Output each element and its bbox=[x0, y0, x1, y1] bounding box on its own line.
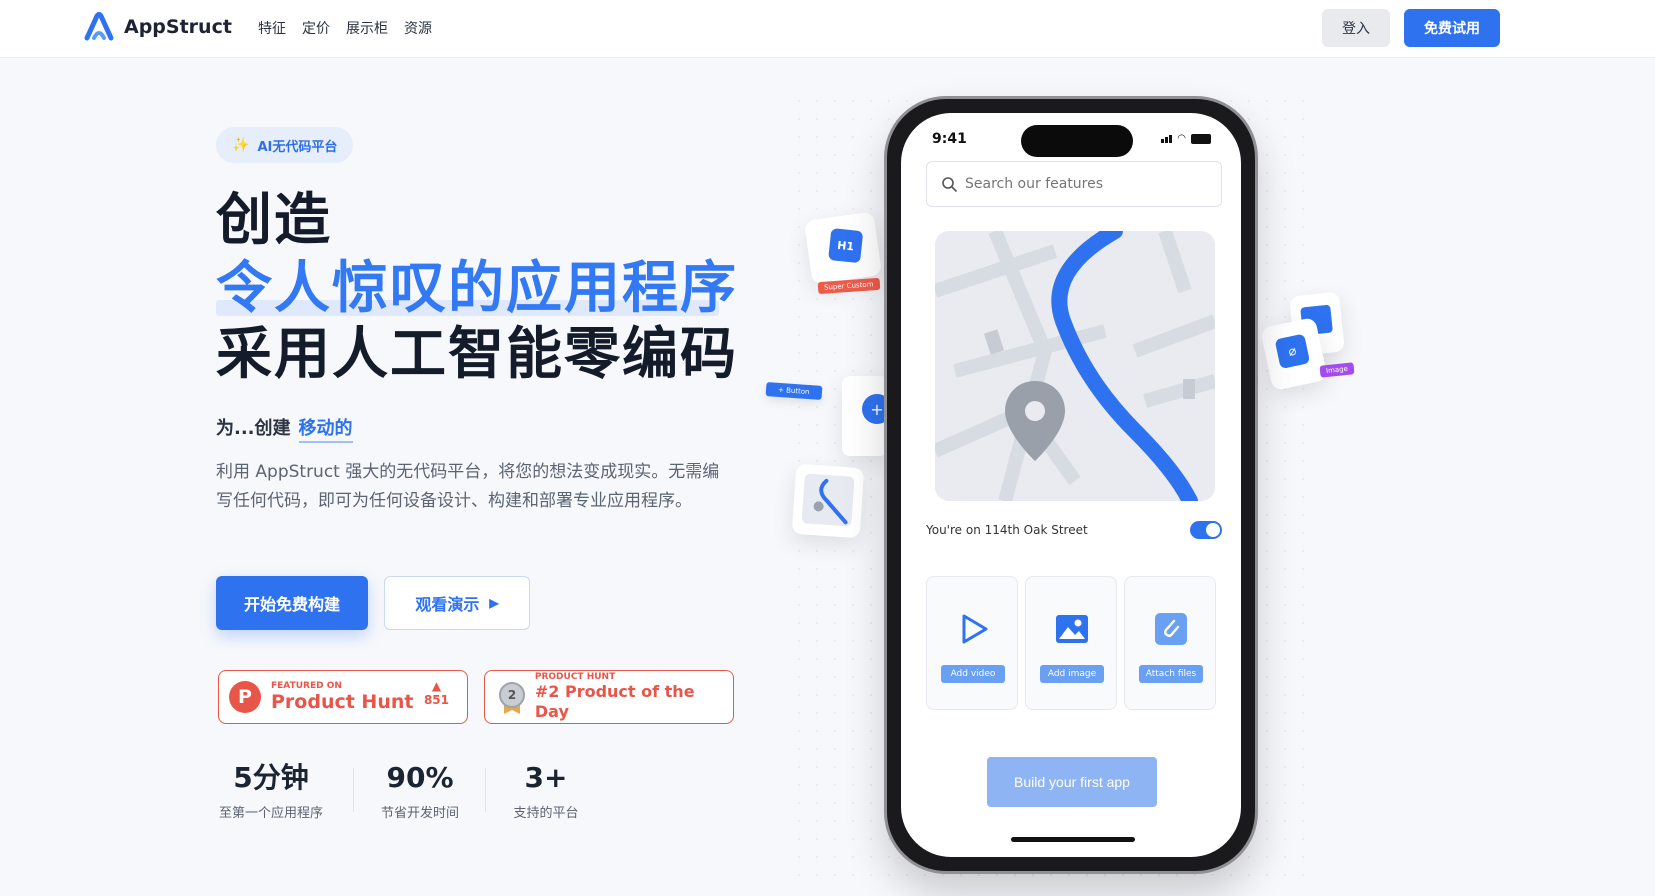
stat-time: 5分钟 至第一个应用程序 bbox=[216, 760, 326, 821]
hero-title-line2: 令人惊叹的应用程序 bbox=[216, 256, 738, 321]
map-illustration bbox=[935, 231, 1215, 501]
upvote-number: 851 bbox=[423, 693, 449, 707]
stat-platforms-label: 支持的平台 bbox=[513, 806, 579, 821]
upvote-count: ▲ 851 bbox=[424, 679, 449, 707]
hero-description: 利用 AppStruct 强大的无代码平台，将您的想法变成现实。无需编写任何代码… bbox=[216, 462, 720, 511]
attach-files-button[interactable]: Attach files bbox=[1139, 665, 1203, 683]
watch-demo-button[interactable]: 观看演示 ▶ bbox=[384, 576, 530, 630]
pod-small: PRODUCT HUNT bbox=[534, 672, 616, 682]
play-icon bbox=[962, 614, 988, 644]
logo-text: AppStruct bbox=[124, 16, 232, 38]
heading-h1-icon: H1 bbox=[828, 228, 864, 264]
floating-heading-card: H1 bbox=[803, 211, 883, 285]
subtitle-prefix: 为...创建 bbox=[216, 418, 291, 439]
medal-icon: 2 bbox=[499, 682, 525, 714]
wifi-icon: ◠ bbox=[1177, 133, 1186, 144]
nav-item-showcase[interactable]: 展示柜 bbox=[346, 18, 388, 38]
producthunt-logo-icon: P bbox=[229, 681, 261, 713]
map-thumbnail-icon bbox=[801, 473, 855, 527]
ai-badge-label: AI无代码平台 bbox=[257, 139, 338, 155]
search-input[interactable] bbox=[965, 176, 1205, 192]
start-building-button[interactable]: 开始免费构建 bbox=[216, 576, 368, 630]
phone-mockup: 9:41 ◠ Search our features You're on 114… bbox=[884, 96, 1258, 874]
stat-platforms-value: 3+ bbox=[524, 761, 568, 794]
location-toggle[interactable] bbox=[1190, 521, 1222, 539]
add-image-button[interactable]: Add image bbox=[1040, 665, 1104, 683]
stat-platforms: 3+ 支持的平台 bbox=[506, 760, 586, 821]
build-first-app-button[interactable]: Build your first app bbox=[987, 757, 1157, 807]
watch-demo-label: 观看演示 bbox=[415, 597, 480, 614]
medal-rank: 2 bbox=[499, 682, 525, 708]
top-navbar: AppStruct 特征 定价 展示柜 资源 登入 免费试用 bbox=[0, 0, 1655, 58]
add-video-button[interactable]: Add video bbox=[941, 665, 1005, 683]
image-icon bbox=[1056, 615, 1088, 643]
status-icons: ◠ bbox=[1161, 133, 1211, 144]
play-icon: ▶ bbox=[489, 596, 499, 610]
stat-time-value: 5分钟 bbox=[233, 761, 309, 794]
stat-divider bbox=[485, 768, 486, 812]
attach-icon: ⌀ bbox=[1274, 333, 1311, 370]
upvote-triangle-icon: ▲ bbox=[431, 679, 442, 693]
dynamic-island bbox=[1021, 125, 1133, 157]
signal-icon bbox=[1161, 134, 1173, 143]
ph-featured-title: Product Hunt bbox=[271, 691, 414, 713]
floating-add-card: + bbox=[842, 376, 892, 456]
hero-title-line1: 创造 bbox=[216, 188, 332, 253]
appstruct-logo-icon bbox=[84, 12, 114, 41]
product-of-day-badge[interactable]: 2 PRODUCT HUNT #2 Product of the Day bbox=[484, 670, 734, 724]
hero-title-line3: 采用人工智能零编码 bbox=[216, 322, 738, 387]
free-trial-button[interactable]: 免费试用 bbox=[1404, 9, 1500, 47]
tile-add-image[interactable]: Add image bbox=[1025, 576, 1117, 710]
logo[interactable]: AppStruct bbox=[82, 10, 232, 44]
location-text: You're on 114th Oak Street bbox=[926, 523, 1088, 537]
button-chip: + Button bbox=[765, 382, 822, 400]
stat-time-label: 至第一个应用程序 bbox=[218, 806, 323, 821]
hero-subtitle: 为...创建 移动的 bbox=[216, 414, 353, 443]
nav-item-features[interactable]: 特征 bbox=[258, 18, 286, 38]
toggle-knob bbox=[1206, 523, 1220, 537]
nav-item-resources[interactable]: 资源 bbox=[404, 18, 432, 38]
stat-divider bbox=[353, 768, 354, 812]
main-nav: 特征 定价 展示柜 资源 bbox=[258, 18, 432, 38]
map-view[interactable] bbox=[935, 231, 1215, 501]
pod-title: #2 Product of the Day bbox=[534, 682, 695, 721]
subtitle-rotating-word: 移动的 bbox=[298, 414, 353, 443]
stat-savings: 90% 节省开发时间 bbox=[374, 760, 466, 821]
ph-featured-small: FEATURED ON bbox=[271, 681, 342, 691]
floating-map-card bbox=[791, 463, 865, 539]
ai-badge: ✨ AI无代码平台 bbox=[216, 127, 354, 163]
phone-screen: 9:41 ◠ Search our features You're on 114… bbox=[901, 113, 1241, 857]
login-button[interactable]: 登入 bbox=[1322, 9, 1390, 47]
sparkle-icon: ✨ bbox=[232, 137, 250, 153]
home-indicator bbox=[1011, 837, 1135, 842]
producthunt-featured-badge[interactable]: P FEATURED ON Product Hunt ▲ 851 bbox=[218, 670, 468, 724]
search-icon bbox=[942, 177, 957, 192]
stat-savings-value: 90% bbox=[386, 761, 454, 794]
stat-savings-label: 节省开发时间 bbox=[380, 806, 459, 821]
battery-icon bbox=[1191, 133, 1211, 144]
tile-add-video[interactable]: Add video bbox=[926, 576, 1018, 710]
paperclip-icon bbox=[1155, 613, 1187, 645]
tile-attach-files[interactable]: Attach files bbox=[1124, 576, 1216, 710]
feature-search-bar[interactable] bbox=[926, 161, 1222, 207]
nav-item-pricing[interactable]: 定价 bbox=[302, 18, 330, 38]
status-time: 9:41 bbox=[932, 131, 967, 147]
image-chip: Image bbox=[1319, 362, 1355, 378]
